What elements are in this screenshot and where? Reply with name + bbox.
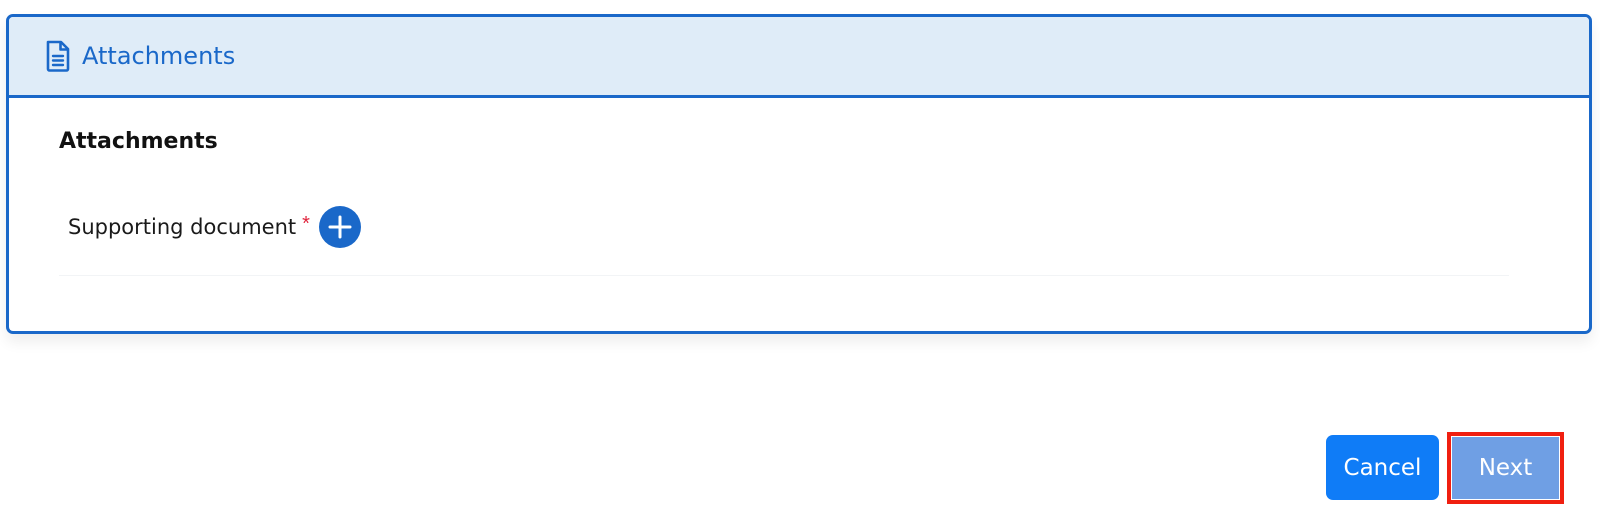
field-divider — [59, 275, 1509, 276]
card-header-title: Attachments — [82, 42, 236, 70]
plus-icon — [328, 215, 352, 239]
add-attachment-button[interactable] — [318, 206, 361, 248]
supporting-document-label: Supporting document — [68, 215, 297, 239]
document-icon — [45, 40, 71, 72]
card-body: Attachments Supporting document * — [9, 129, 1589, 276]
attachments-card: Attachments Attachments Supporting docum… — [6, 14, 1592, 334]
section-title: Attachments — [59, 129, 218, 154]
cancel-button[interactable]: Cancel — [1326, 435, 1439, 500]
required-marker: * — [302, 212, 310, 235]
card-header: Attachments — [9, 17, 1589, 98]
supporting-document-field: Supporting document * — [68, 206, 1539, 248]
next-button[interactable]: Next — [1452, 437, 1559, 499]
